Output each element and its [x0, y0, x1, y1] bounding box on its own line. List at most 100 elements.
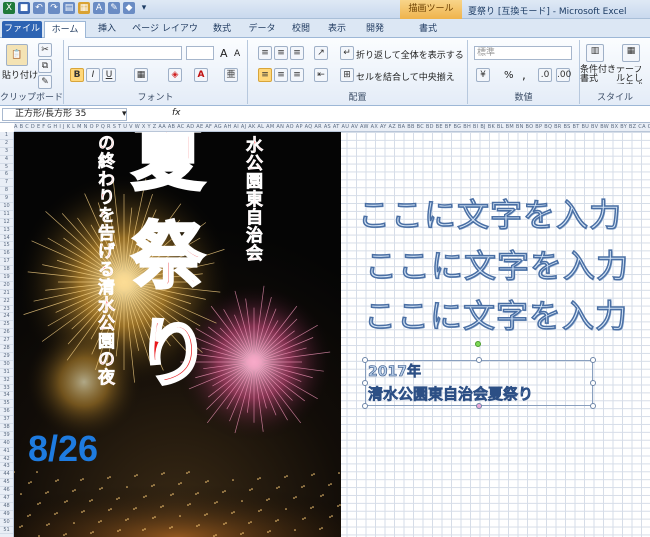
redo-icon[interactable]: ↷: [48, 2, 60, 14]
tab-insert[interactable]: 挿入: [90, 21, 124, 38]
align-right-icon[interactable]: ≡: [290, 68, 304, 82]
row-number[interactable]: 46: [0, 487, 13, 495]
row-number[interactable]: 31: [0, 369, 13, 377]
font-color-icon[interactable]: A: [194, 68, 208, 82]
row-number[interactable]: 51: [0, 527, 13, 535]
row-number[interactable]: 3: [0, 148, 13, 156]
row-number[interactable]: 22: [0, 298, 13, 306]
font-size-box[interactable]: [186, 46, 214, 60]
decimal-decrease-icon[interactable]: .00: [556, 68, 571, 82]
row-number[interactable]: 34: [0, 392, 13, 401]
align-top-icon[interactable]: ≡: [258, 46, 272, 60]
row-number[interactable]: 5: [0, 164, 13, 172]
decimal-increase-icon[interactable]: .0: [538, 68, 552, 82]
row-number[interactable]: 18: [0, 266, 13, 275]
row-number[interactable]: 23: [0, 306, 13, 314]
row-number[interactable]: 29: [0, 353, 13, 361]
row-number[interactable]: 16: [0, 250, 13, 259]
paste-icon[interactable]: 📋: [6, 44, 28, 66]
selected-textbox-line-2[interactable]: 清水公園東自治会夏祭り: [368, 383, 534, 404]
currency-icon[interactable]: ¥: [476, 68, 490, 82]
tab-file[interactable]: ファイル: [2, 21, 42, 38]
phonetic-icon[interactable]: 亜: [224, 68, 238, 82]
underline-button[interactable]: U: [102, 68, 116, 82]
row-number[interactable]: 19: [0, 274, 13, 282]
percent-button[interactable]: %: [504, 70, 514, 81]
row-number[interactable]: 25: [0, 321, 13, 330]
bold-button[interactable]: B: [70, 68, 84, 82]
cut-icon[interactable]: ✂: [38, 43, 52, 57]
tab-home[interactable]: ホーム: [44, 21, 86, 38]
row-number[interactable]: 40: [0, 440, 13, 448]
undo-icon[interactable]: ↶: [33, 2, 45, 14]
number-format-box[interactable]: 標準: [474, 46, 572, 60]
row-number[interactable]: 21: [0, 290, 13, 298]
resize-handle-br[interactable]: [590, 403, 596, 409]
italic-button[interactable]: I: [86, 68, 100, 82]
indent-decrease-icon[interactable]: ⇤: [314, 68, 328, 82]
formula-input[interactable]: [190, 108, 646, 120]
resize-handle-tc[interactable]: [476, 357, 482, 363]
tab-developer[interactable]: 開発: [360, 21, 390, 38]
row-number[interactable]: 10: [0, 203, 13, 211]
tab-format[interactable]: 書式: [408, 21, 448, 38]
shape-icon[interactable]: ◆: [123, 2, 135, 14]
row-number[interactable]: 13: [0, 227, 13, 235]
tab-view[interactable]: 表示: [322, 21, 352, 38]
fill-color-icon[interactable]: ◈: [168, 68, 182, 82]
row-number[interactable]: 9: [0, 195, 13, 204]
merge-center-button[interactable]: セルを結合して中央揃え: [356, 70, 455, 83]
align-left-icon[interactable]: ≡: [258, 68, 272, 82]
table-format-icon[interactable]: ▦: [622, 44, 640, 62]
row-number[interactable]: 11: [0, 211, 13, 219]
orientation-icon[interactable]: ↗: [314, 46, 328, 60]
row-number[interactable]: 17: [0, 258, 13, 267]
row-number[interactable]: 47: [0, 495, 13, 503]
wordart-line-2[interactable]: ここに文字を入力: [364, 241, 629, 287]
tab-formulas[interactable]: 数式: [206, 21, 238, 38]
save-icon[interactable]: ■: [18, 2, 30, 14]
row-number[interactable]: 14: [0, 235, 13, 243]
format-painter-icon[interactable]: ✎: [38, 75, 52, 89]
row-number[interactable]: 43: [0, 463, 13, 472]
font-name-box[interactable]: [68, 46, 182, 60]
shrink-font-button[interactable]: A: [234, 49, 240, 59]
row-number[interactable]: 20: [0, 282, 13, 290]
merge-icon[interactable]: ⊞: [340, 68, 354, 82]
row-number[interactable]: 30: [0, 361, 13, 369]
row-number[interactable]: 41: [0, 448, 13, 456]
chevron-down-icon[interactable]: ▾: [122, 109, 127, 119]
row-number[interactable]: 35: [0, 400, 13, 409]
excel-icon[interactable]: X: [3, 2, 15, 14]
tab-review[interactable]: 校閲: [286, 21, 316, 38]
row-number[interactable]: 6: [0, 171, 13, 180]
row-number[interactable]: 39: [0, 432, 13, 440]
paste-button[interactable]: 貼り付け: [2, 68, 38, 81]
row-number[interactable]: 37: [0, 416, 13, 424]
border-icon[interactable]: ▦: [134, 68, 148, 82]
row-number[interactable]: 26: [0, 329, 13, 338]
chart-icon[interactable]: ▦: [78, 2, 90, 14]
festival-poster-image[interactable]: の終わりを告げる清水公園の夜 水公園東自治会 夏 祭 り 8/26: [14, 132, 341, 537]
row-number[interactable]: 32: [0, 377, 13, 385]
tab-data[interactable]: データ: [242, 21, 282, 38]
fx-button[interactable]: fx: [172, 108, 181, 118]
row-number[interactable]: 50: [0, 519, 13, 527]
tab-page-layout[interactable]: ページ レイアウト: [128, 21, 202, 50]
draw-icon[interactable]: ✎: [108, 2, 120, 14]
resize-handle-mr[interactable]: [590, 380, 596, 386]
row-number[interactable]: 45: [0, 479, 13, 488]
wordart-line-1[interactable]: ここに文字を入力: [357, 190, 622, 236]
row-number[interactable]: 44: [0, 471, 13, 480]
row-number[interactable]: 2: [0, 140, 13, 148]
comma-button[interactable]: ,: [522, 68, 526, 82]
row-header[interactable]: 1 2 3 4 5 6 7 8 9 10 11 12 13 14 15 16 17 18 19 20 21 22 23 24 2…: [0, 132, 14, 537]
row-number[interactable]: 15: [0, 242, 13, 251]
row-number[interactable]: 1: [0, 132, 13, 140]
align-middle-icon[interactable]: ≡: [274, 46, 288, 60]
row-number[interactable]: 38: [0, 424, 13, 432]
grow-font-button[interactable]: A: [220, 47, 228, 60]
name-box[interactable]: 正方形/長方形 35: [2, 108, 127, 121]
conditional-format-icon[interactable]: ▥: [586, 44, 604, 62]
wordart-line-3[interactable]: ここに文字を入力: [363, 291, 628, 337]
